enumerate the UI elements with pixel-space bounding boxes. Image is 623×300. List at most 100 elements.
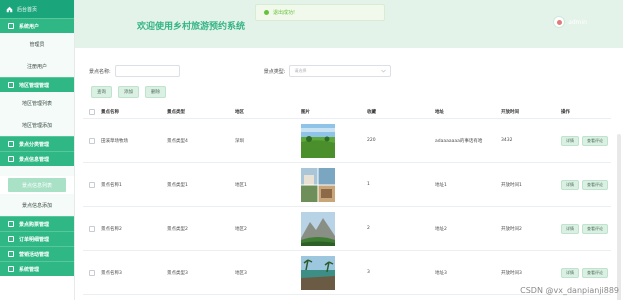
spot-image-town[interactable]: [301, 167, 335, 202]
sidebar-group-marketing[interactable]: 营销活动管理: [0, 246, 74, 261]
sidebar-item-region-add[interactable]: 地区管理添加: [0, 114, 74, 136]
home-icon: [6, 6, 13, 12]
select-all-checkbox[interactable]: [89, 108, 95, 115]
region-icon: [8, 82, 14, 88]
view-review-button[interactable]: 查看评论: [582, 179, 608, 190]
table-row: 田溪草场牧场 景点类型4 深圳 220 adaaaaaaa的事话有哈 3432 …: [83, 119, 611, 163]
table-row: 景点名称2 景点类型2 地区2 2 地址2 开放时间2 详情 查看评论: [83, 207, 611, 251]
cell-area: 深圳: [235, 138, 244, 144]
users-icon: [8, 23, 14, 29]
col-header-actions: 操作: [561, 109, 570, 115]
sidebar-group-spot-category[interactable]: 景点分类管理: [0, 136, 74, 151]
cell-address: 地址2: [435, 226, 447, 232]
spot-type-placeholder: 请选择: [294, 68, 307, 73]
search-bar: 景点名称: 景点类型: 请选择: [89, 65, 392, 77]
cell-favorites: 3: [367, 270, 370, 275]
cell-name: 景点名称3: [101, 270, 122, 276]
cell-area: 地区2: [235, 226, 247, 232]
cell-name: 景点名称2: [101, 226, 122, 232]
sidebar-home-link[interactable]: 后台首页: [0, 0, 74, 18]
cell-favorites: 1: [367, 182, 370, 187]
spot-table: 景点名称 景点类型 地区 图片 收藏 地址 开放时间 操作 田溪草场牧场 景点类…: [83, 105, 611, 295]
view-review-button[interactable]: 查看评论: [582, 135, 608, 146]
detail-button[interactable]: 详情: [561, 267, 579, 278]
col-header-name: 景点名称: [101, 109, 119, 115]
col-header-image: 图片: [301, 109, 310, 115]
sidebar-item-admin[interactable]: 管理员: [0, 33, 74, 55]
sidebar-group-system-users[interactable]: 系统用户: [0, 18, 74, 33]
cell-type: 景点类型4: [167, 138, 188, 144]
sidebar-brand-label: 后台首页: [17, 6, 38, 13]
col-header-favorites: 收藏: [367, 109, 376, 115]
sidebar-item-spot-list[interactable]: 景点信息列表: [8, 178, 66, 192]
spot-image-resort[interactable]: [301, 255, 335, 290]
spot-image-mountain[interactable]: [301, 211, 335, 246]
spot-type-label: 景点类型:: [263, 68, 286, 75]
detail-button[interactable]: 详情: [561, 135, 579, 146]
cell-address: adaaaaaaa的事话有哈: [435, 138, 483, 144]
action-bar: 查询 添加 删除: [91, 86, 166, 98]
cell-name: 田溪草场牧场: [101, 138, 128, 144]
col-header-area: 地区: [235, 109, 244, 115]
detail-button[interactable]: 详情: [561, 223, 579, 234]
cell-open-time: 开放时间3: [501, 270, 522, 276]
main-content: 景点名称: 景点类型: 请选择 查询 添加 删除 景点名称 景点类型 地区 图片…: [75, 48, 623, 300]
row-checkbox[interactable]: [89, 269, 95, 276]
sidebar-group-spot-info[interactable]: 景点信息管理: [0, 151, 74, 166]
watermark: CSDN @vx_danpianji889: [520, 286, 619, 295]
spot-type-select[interactable]: 请选择: [289, 65, 392, 77]
detail-button[interactable]: 详情: [561, 179, 579, 190]
cell-type: 景点类型3: [167, 270, 188, 276]
sidebar-group-label: 景点购票管理: [19, 221, 50, 228]
cell-open-time: 开放时间1: [501, 182, 522, 188]
header: 欢迎使用乡村旅游预约系统 退出成功! admin: [75, 0, 623, 48]
spot-name-input[interactable]: [114, 65, 180, 77]
sidebar-group-ticket[interactable]: 景点购票管理: [0, 216, 74, 231]
cell-type: 景点类型1: [167, 182, 188, 188]
vertical-scrollbar[interactable]: [617, 134, 621, 300]
sidebar-item-registered-users[interactable]: 注册用户: [0, 55, 74, 77]
sidebar-group-label: 地区管理管理: [19, 82, 50, 89]
sidebar-item-region-list[interactable]: 地区管理列表: [0, 92, 74, 114]
row-checkbox[interactable]: [89, 181, 95, 188]
row-checkbox[interactable]: [89, 137, 95, 144]
query-button[interactable]: 查询: [91, 86, 112, 98]
sidebar-group-label: 系统管理: [19, 266, 40, 273]
sidebar-item-spot-add[interactable]: 景点信息添加: [0, 194, 74, 216]
view-review-button[interactable]: 查看评论: [582, 267, 608, 278]
sidebar-group-region[interactable]: 地区管理管理: [0, 77, 74, 92]
table-header: 景点名称 景点类型 地区 图片 收藏 地址 开放时间 操作: [83, 105, 611, 119]
cell-area: 地区3: [235, 270, 247, 276]
sidebar-group-order[interactable]: 订单明细管理: [0, 231, 74, 246]
cell-open-time: 开放时间2: [501, 226, 522, 232]
marketing-icon: [8, 251, 14, 257]
col-header-type: 景点类型: [167, 109, 185, 115]
settings-icon: [8, 266, 14, 272]
edit-icon: [8, 156, 14, 162]
sidebar-group-label: 景点信息管理: [19, 156, 50, 163]
sidebar-group-system[interactable]: 系统管理: [0, 261, 74, 276]
cell-name: 景点名称1: [101, 182, 122, 188]
row-checkbox[interactable]: [89, 225, 95, 232]
cell-address: 地址3: [435, 270, 447, 276]
order-icon: [8, 236, 14, 242]
delete-button[interactable]: 删除: [145, 86, 166, 98]
table-row: 景点名称1 景点类型1 地区1 1 地址1 开放时间1 详情 查看评论: [83, 163, 611, 207]
avatar[interactable]: [553, 16, 566, 28]
success-icon: [264, 10, 269, 15]
cell-address: 地址1: [435, 182, 447, 188]
chevron-down-icon: [381, 69, 387, 73]
toast-text: 退出成功!: [273, 10, 296, 16]
user-menu[interactable]: admin: [553, 16, 587, 28]
sidebar-group-label: 订单明细管理: [19, 236, 50, 243]
spot-name-label: 景点名称:: [89, 68, 111, 75]
sidebar-group-label: 营销活动管理: [19, 251, 50, 258]
category-icon: [8, 141, 14, 147]
sidebar: 后台首页 系统用户 管理员 注册用户 地区管理管理 地区管理列表 地区管理添加 …: [0, 0, 75, 300]
view-review-button[interactable]: 查看评论: [582, 223, 608, 234]
spot-image-grassland[interactable]: [301, 123, 335, 158]
cell-favorites: 220: [367, 138, 376, 143]
ticket-icon: [8, 221, 14, 227]
add-button[interactable]: 添加: [118, 86, 139, 98]
col-header-address: 地址: [435, 109, 444, 115]
